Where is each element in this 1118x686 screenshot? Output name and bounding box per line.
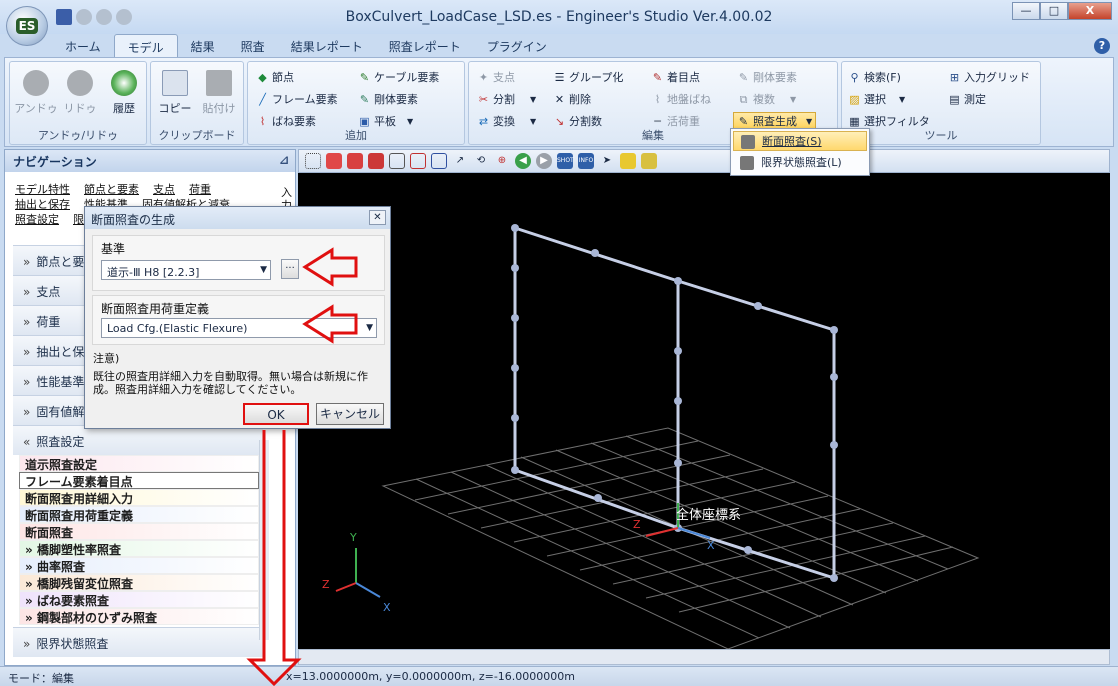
arrow-down — [246, 430, 302, 686]
arrow-load-definition — [302, 304, 358, 344]
annotation-overlay — [246, 247, 358, 686]
arrow-criteria — [302, 247, 358, 287]
